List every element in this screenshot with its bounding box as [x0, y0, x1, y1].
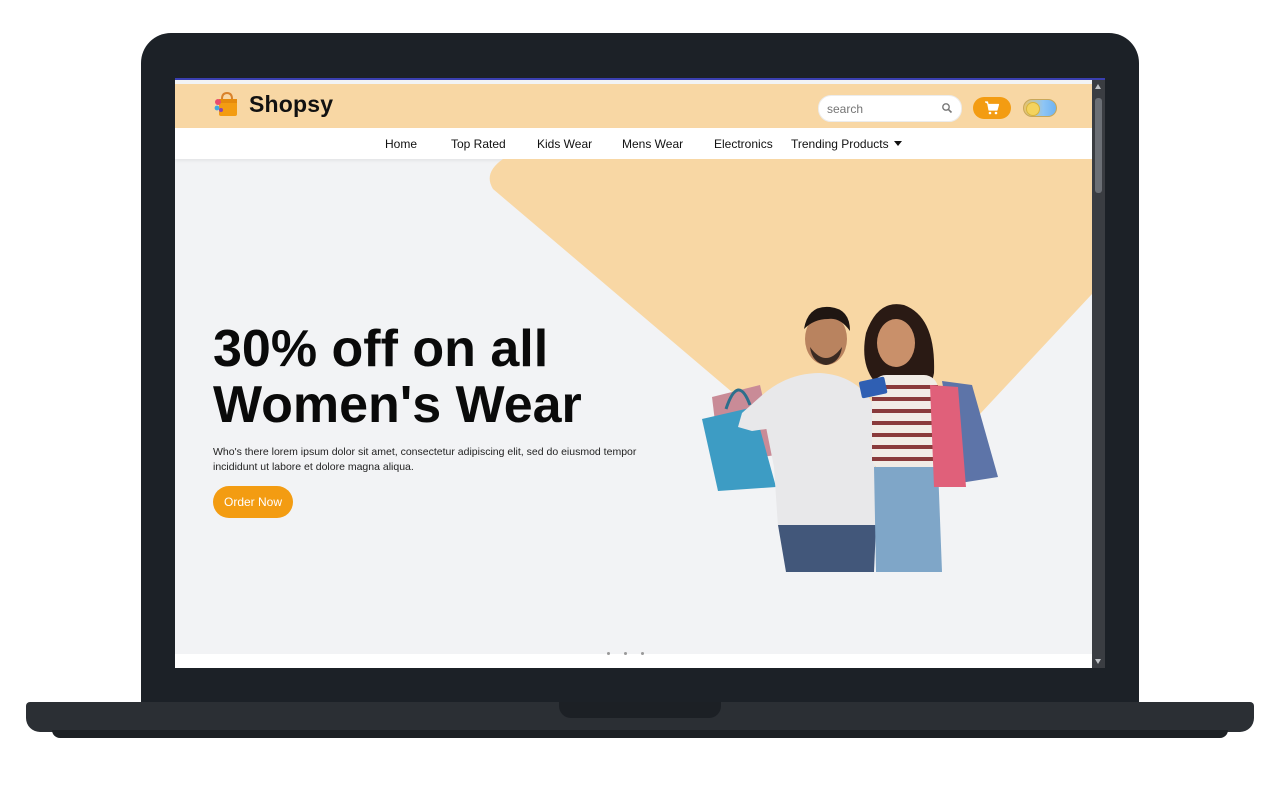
search-icon[interactable]: [941, 102, 953, 114]
caret-down-icon: [893, 141, 902, 146]
laptop-base-shadow: [52, 730, 1228, 738]
nav-item-trending-products[interactable]: Trending Products: [791, 137, 902, 151]
app-name: Shopsy: [249, 90, 334, 117]
nav-item-top-rated[interactable]: Top Rated: [451, 137, 506, 151]
toggle-knob: [1026, 102, 1040, 116]
top-header: Shopsy: [175, 84, 1092, 128]
hero-image-couple: [702, 304, 998, 572]
hero-title: 30% off on all Women's Wear: [213, 320, 582, 434]
nav-item-kids-wear[interactable]: Kids Wear: [537, 137, 592, 151]
vertical-scrollbar[interactable]: [1092, 80, 1105, 668]
scroll-up-icon[interactable]: [1095, 84, 1101, 89]
slider-dot[interactable]: [641, 652, 644, 655]
hero-description: Who's there lorem ipsum dolor sit amet, …: [213, 446, 637, 473]
main-nav: Home Top Rated Kids Wear Mens Wear Elect…: [175, 128, 1092, 159]
cart-icon: [985, 101, 1000, 115]
search-box[interactable]: [818, 95, 962, 122]
hero-banner: 30% off on all Women's Wear Who's there …: [175, 159, 1092, 654]
slider-dots: [607, 652, 644, 655]
nav-item-mens-wear[interactable]: Mens Wear: [622, 137, 683, 151]
search-input[interactable]: [825, 100, 939, 117]
nav-item-home[interactable]: Home: [385, 137, 417, 151]
slider-dot[interactable]: [607, 652, 610, 655]
logo[interactable]: Shopsy: [213, 90, 333, 118]
theme-toggle[interactable]: [1023, 99, 1057, 117]
laptop-notch: [559, 702, 721, 718]
shopping-bag-icon: [214, 91, 237, 116]
web-page: Shopsy Home: [175, 80, 1092, 668]
order-now-button[interactable]: Order Now: [213, 486, 293, 518]
nav-item-label: Trending Products: [791, 137, 889, 151]
slider-dot[interactable]: [624, 652, 627, 655]
cart-button[interactable]: [973, 97, 1011, 119]
nav-item-electronics[interactable]: Electronics: [714, 137, 773, 151]
laptop-screen: Shopsy Home: [175, 78, 1105, 668]
bottom-strip: [175, 652, 1092, 668]
scroll-down-icon[interactable]: [1095, 659, 1101, 664]
scroll-thumb[interactable]: [1095, 98, 1102, 193]
